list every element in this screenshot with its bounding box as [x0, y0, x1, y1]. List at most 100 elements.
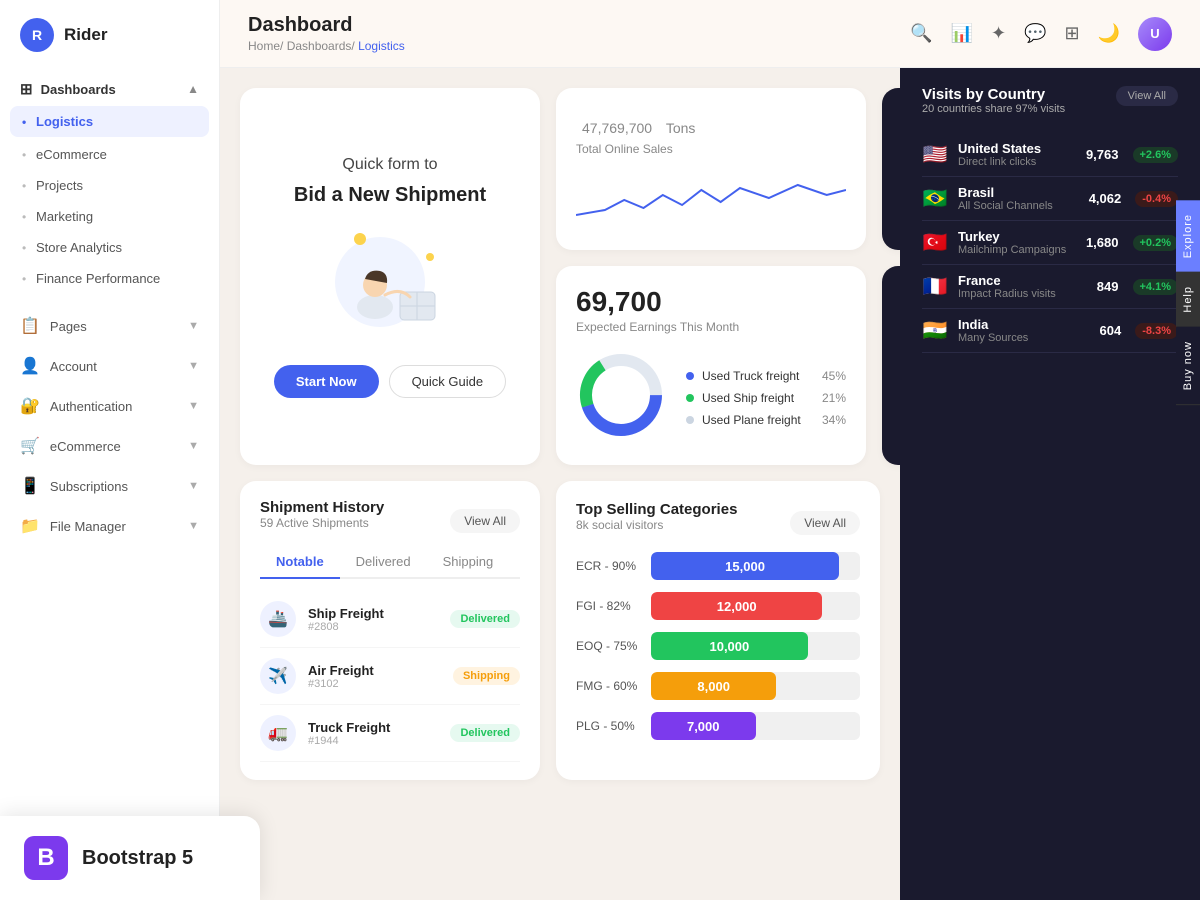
bar-fmg: FMG - 60% 8,000	[576, 672, 860, 700]
categories-header: Top Selling Categories 8k social visitor…	[576, 501, 860, 544]
tab-delivered[interactable]: Delivered	[340, 546, 427, 579]
dashboards-section[interactable]: ⊞ Dashboards ▲	[0, 70, 219, 104]
avatar[interactable]: U	[1138, 17, 1172, 51]
chart-icon[interactable]: 📊	[951, 23, 973, 44]
sidebar-item-store-analytics[interactable]: Store Analytics	[0, 232, 219, 263]
bar-plg: PLG - 50% 7,000	[576, 712, 860, 740]
country-change-tr: +0.2%	[1133, 235, 1179, 251]
sidebar-item-ecommerce[interactable]: eCommerce	[0, 139, 219, 170]
help-button[interactable]: Help	[1176, 272, 1200, 327]
sidebar-item-projects[interactable]: Projects	[0, 170, 219, 201]
tab-shipping[interactable]: Shipping	[427, 546, 510, 579]
bar-outer-plg: 7,000	[651, 712, 860, 740]
plane-dot	[686, 416, 694, 424]
country-name-fr: France	[958, 273, 1056, 288]
promo-card: Quick form to Bid a New Shipment	[240, 88, 540, 465]
shipment-card-header: Shipment History 59 Active Shipments Vie…	[260, 499, 520, 542]
subscriptions-icon: 📱	[20, 476, 40, 496]
auth-icon: 🔐	[20, 396, 40, 416]
grid-view-icon[interactable]: ⊞	[1064, 23, 1079, 44]
country-header: Visits by Country 20 countries share 97%…	[922, 86, 1178, 129]
country-name-in: India	[958, 317, 1028, 332]
categories-view-all-button[interactable]: View All	[790, 511, 860, 535]
country-change-in: -8.3%	[1135, 323, 1178, 339]
page-title: Dashboard	[248, 14, 405, 37]
theme-toggle-icon[interactable]: 🌙	[1098, 23, 1120, 44]
breadcrumb-dashboards[interactable]: Dashboards/	[287, 39, 355, 53]
search-icon[interactable]: 🔍	[910, 23, 932, 44]
country-item-tr: 🇹🇷 Turkey Mailchimp Campaigns 1,680 +0.2…	[922, 221, 1178, 265]
dashboards-label: Dashboards	[41, 82, 116, 97]
country-visits-in: 604	[1100, 323, 1122, 338]
sidebar-logo[interactable]: R Rider	[0, 0, 219, 70]
settings-icon[interactable]: ✦	[991, 23, 1006, 44]
bootstrap-label: Bootstrap 5	[82, 847, 193, 870]
quick-guide-button[interactable]: Quick Guide	[389, 365, 507, 398]
bar-outer-eoq: 10,000	[651, 632, 860, 660]
truck-icon: 🚛	[260, 715, 296, 751]
header: Dashboard Home/ Dashboards/ Logistics 🔍 …	[220, 0, 1200, 68]
bar-inner-fmg: 8,000	[651, 672, 776, 700]
ship-label: Used Ship freight	[702, 391, 794, 405]
chat-icon[interactable]: 💬	[1024, 23, 1046, 44]
promo-title: Quick form to	[342, 156, 437, 174]
legend-ship: Used Ship freight 21%	[686, 391, 846, 405]
ecommerce-chevron-icon: ▼	[188, 440, 199, 452]
shipment-history-card: Shipment History 59 Active Shipments Vie…	[240, 481, 540, 780]
auth-chevron-icon: ▼	[188, 400, 199, 412]
app-name: Rider	[64, 25, 107, 45]
donut-legend: Used Truck freight 45% Used Ship freight…	[686, 369, 846, 427]
sidebar-ecommerce-top[interactable]: 🛒 eCommerce ▼	[0, 426, 219, 466]
country-item-in: 🇮🇳 India Many Sources 604 -8.3%	[922, 309, 1178, 353]
country-source-br: All Social Channels	[958, 200, 1053, 212]
edge-buttons: Explore Help Buy now	[1176, 200, 1200, 405]
visits-subtitle: 20 countries share 97% visits	[922, 103, 1065, 115]
buy-now-button[interactable]: Buy now	[1176, 327, 1200, 405]
header-actions: 🔍 📊 ✦ 💬 ⊞ 🌙 U	[910, 17, 1172, 51]
pages-icon: 📋	[20, 316, 40, 336]
total-sales-number: 47,769,700 Tons	[576, 108, 846, 140]
breadcrumb-logistics[interactable]: Logistics	[358, 39, 405, 53]
truck-dot	[686, 372, 694, 380]
visits-view-all-button[interactable]: View All	[1116, 86, 1178, 106]
truck-pct: 45%	[822, 369, 846, 383]
country-visits-br: 4,062	[1089, 191, 1122, 206]
air-icon: ✈️	[260, 658, 296, 694]
promo-subtitle: Bid a New Shipment	[294, 184, 486, 207]
start-now-button[interactable]: Start Now	[274, 365, 379, 398]
breadcrumb-home[interactable]: Home/	[248, 39, 283, 53]
sidebar-item-logistics[interactable]: Logistics	[10, 106, 209, 137]
sidebar-subscriptions[interactable]: 📱 Subscriptions ▼	[0, 466, 219, 506]
shipment-id-1: #2808	[308, 621, 384, 633]
sidebar-pages[interactable]: 📋 Pages ▼	[0, 306, 219, 346]
total-online-sales-card: 47,769,700 Tons Total Online Sales	[556, 88, 866, 250]
sidebar-item-finance-performance[interactable]: Finance Performance	[0, 263, 219, 294]
legend-truck: Used Truck freight 45%	[686, 369, 846, 383]
right-panel: Visits by Country 20 countries share 97%…	[900, 68, 1200, 900]
header-title-area: Dashboard Home/ Dashboards/ Logistics	[248, 14, 405, 53]
promo-buttons: Start Now Quick Guide	[274, 365, 506, 398]
shipment-tabs: Notable Delivered Shipping	[260, 546, 520, 579]
sidebar-item-marketing[interactable]: Marketing	[0, 201, 219, 232]
total-shipments-card: 259,786 Total Shipments	[882, 88, 900, 250]
sidebar-authentication[interactable]: 🔐 Authentication ▼	[0, 386, 219, 426]
shipment-subtitle: 59 Active Shipments	[260, 516, 384, 530]
bottom-grid: Shipment History 59 Active Shipments Vie…	[240, 481, 880, 780]
sidebar-file-manager[interactable]: 📁 File Manager ▼	[0, 506, 219, 546]
pages-label: Pages	[50, 319, 87, 334]
explore-button[interactable]: Explore	[1176, 200, 1200, 272]
tab-notable[interactable]: Notable	[260, 546, 340, 579]
shipment-id-2: #3102	[308, 678, 374, 690]
shipment-view-all-button[interactable]: View All	[450, 509, 520, 533]
file-manager-chevron-icon: ▼	[188, 520, 199, 532]
shipment-title: Shipment History	[260, 499, 384, 516]
file-manager-icon: 📁	[20, 516, 40, 536]
bar-outer-ecr: 15,000	[651, 552, 860, 580]
sidebar-account[interactable]: 👤 Account ▼	[0, 346, 219, 386]
country-change-fr: +4.1%	[1133, 279, 1179, 295]
legend-plane: Used Plane freight 34%	[686, 413, 846, 427]
categories-subtitle: 8k social visitors	[576, 518, 737, 532]
file-manager-label: File Manager	[50, 519, 126, 534]
bar-eoq: EOQ - 75% 10,000	[576, 632, 860, 660]
promo-illustration	[310, 227, 470, 337]
